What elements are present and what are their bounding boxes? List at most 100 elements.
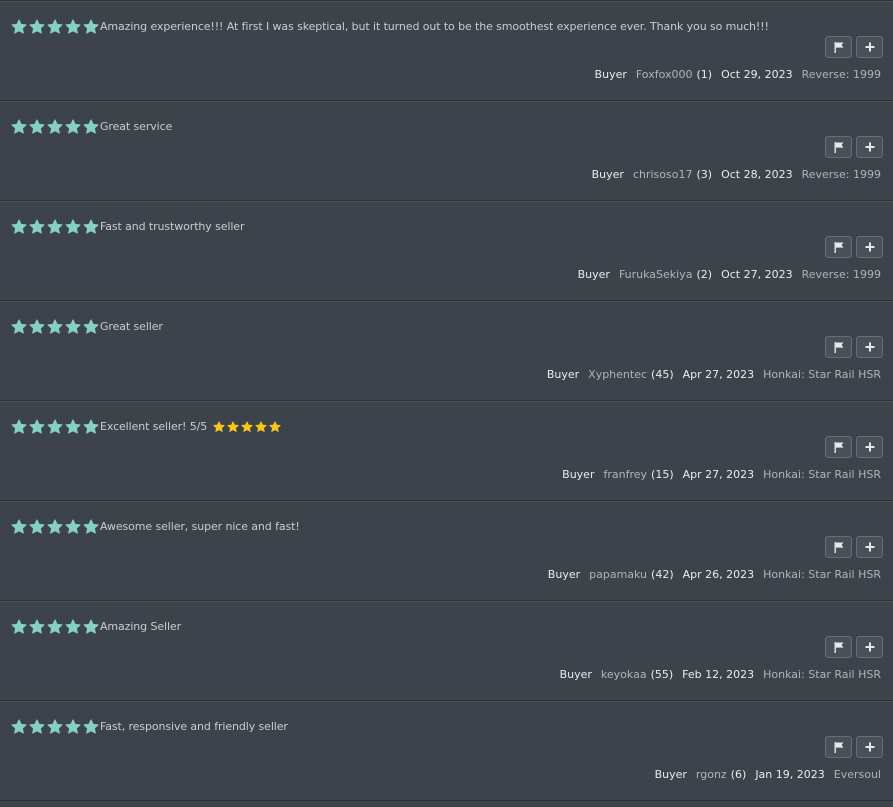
feedback-date: Jan 19, 2023	[755, 768, 825, 781]
expand-button[interactable]	[856, 36, 883, 58]
star-rating	[11, 719, 99, 735]
star-icon	[11, 119, 27, 134]
expand-button[interactable]	[856, 536, 883, 558]
star-icon	[83, 719, 99, 734]
reviewer-feedback-count: (3)	[696, 168, 713, 181]
expand-button[interactable]	[856, 336, 883, 358]
star-icon	[83, 419, 99, 434]
star-icon	[47, 419, 63, 434]
comment-emoji-stars	[213, 420, 281, 433]
feedback-row: Fast, responsive and friendly seller Buy…	[0, 701, 893, 801]
flag-icon	[834, 441, 843, 453]
reviewer-feedback-count: (55)	[650, 668, 674, 681]
feedback-actions	[825, 536, 883, 558]
feedback-actions	[825, 236, 883, 258]
reviewer-username[interactable]: papamaku	[589, 568, 647, 581]
feedback-meta: Buyer papamaku (42) Apr 26, 2023 Honkai:…	[548, 568, 881, 581]
flag-icon	[834, 541, 843, 553]
reviewer-role: Buyer	[591, 168, 624, 181]
flag-icon	[834, 341, 843, 353]
feedback-item[interactable]: Honkai: Star Rail HSR	[763, 468, 881, 481]
reviewer-username[interactable]: Xyphentec	[588, 368, 647, 381]
reviewer-feedback-count: (45)	[651, 368, 674, 381]
plus-icon	[865, 342, 874, 352]
feedback-comment-wrap: Great service	[100, 120, 172, 133]
star-icon	[83, 19, 99, 34]
feedback-actions	[825, 336, 883, 358]
emoji-star-icon	[269, 420, 281, 432]
star-icon	[83, 219, 99, 234]
star-icon	[29, 619, 45, 634]
reviewer-username[interactable]: FurukaSekiya	[619, 268, 693, 281]
star-icon	[29, 19, 45, 34]
feedback-date: Oct 28, 2023	[721, 168, 793, 181]
expand-button[interactable]	[856, 136, 883, 158]
star-icon	[65, 19, 81, 34]
star-icon	[11, 19, 27, 34]
feedback-item[interactable]: Honkai: Star Rail HSR	[763, 368, 881, 381]
feedback-row: Amazing Seller Buyer keyokaa (55) Feb 12…	[0, 601, 893, 701]
feedback-list: Amazing experience!!! At first I was ske…	[0, 0, 893, 807]
reviewer-role: Buyer	[562, 468, 595, 481]
star-icon	[29, 219, 45, 234]
feedback-comment-wrap: Excellent seller! 5/5	[100, 420, 281, 433]
reviewer-role: Buyer	[559, 668, 592, 681]
expand-button[interactable]	[856, 436, 883, 458]
feedback-item[interactable]: Eversoul	[834, 768, 881, 781]
plus-icon	[865, 142, 874, 152]
report-button[interactable]	[825, 536, 852, 558]
star-rating	[11, 219, 99, 235]
report-button[interactable]	[825, 236, 852, 258]
feedback-meta: Buyer chrisoso17 (3) Oct 28, 2023 Revers…	[592, 168, 881, 181]
emoji-star-icon	[227, 420, 239, 432]
star-icon	[83, 319, 99, 334]
expand-button[interactable]	[856, 636, 883, 658]
star-rating	[11, 119, 99, 135]
flag-icon	[834, 241, 843, 253]
reviewer-username[interactable]: franfrey	[603, 468, 647, 481]
plus-icon	[865, 242, 874, 252]
flag-icon	[834, 641, 843, 653]
feedback-item[interactable]: Reverse: 1999	[802, 168, 881, 181]
feedback-item[interactable]: Reverse: 1999	[802, 68, 881, 81]
report-button[interactable]	[825, 336, 852, 358]
expand-button[interactable]	[856, 236, 883, 258]
star-icon	[47, 119, 63, 134]
star-icon	[83, 519, 99, 534]
report-button[interactable]	[825, 636, 852, 658]
feedback-meta: Buyer rgonz (6) Jan 19, 2023 Eversoul	[655, 768, 881, 781]
reviewer-feedback-count: (6)	[730, 768, 747, 781]
plus-icon	[865, 542, 874, 552]
feedback-comment: Great service	[100, 120, 173, 133]
reviewer-feedback-count: (15)	[651, 468, 674, 481]
reviewer-username[interactable]: rgonz	[696, 768, 727, 781]
star-icon	[47, 319, 63, 334]
feedback-actions	[825, 36, 883, 58]
feedback-meta: Buyer franfrey (15) Apr 27, 2023 Honkai:…	[562, 468, 881, 481]
star-icon	[11, 219, 27, 234]
emoji-star-icon	[213, 420, 225, 432]
report-button[interactable]	[825, 36, 852, 58]
star-rating	[11, 619, 99, 635]
star-icon	[47, 519, 63, 534]
flag-icon	[834, 141, 843, 153]
report-button[interactable]	[825, 436, 852, 458]
feedback-item[interactable]: Honkai: Star Rail HSR	[763, 568, 881, 581]
feedback-comment-wrap: Great seller	[100, 320, 163, 333]
expand-button[interactable]	[856, 736, 883, 758]
star-icon	[11, 719, 27, 734]
feedback-item[interactable]: Reverse: 1999	[802, 268, 881, 281]
reviewer-username[interactable]: chrisoso17	[633, 168, 693, 181]
feedback-actions	[825, 436, 883, 458]
reviewer-username[interactable]: Foxfox000	[636, 68, 693, 81]
report-button[interactable]	[825, 136, 852, 158]
star-icon	[65, 619, 81, 634]
feedback-comment: Great seller	[100, 320, 163, 333]
report-button[interactable]	[825, 736, 852, 758]
feedback-comment-wrap: Fast, responsive and friendly seller	[100, 720, 288, 733]
feedback-meta: Buyer FurukaSekiya (2) Oct 27, 2023 Reve…	[578, 268, 881, 281]
feedback-item[interactable]: Honkai: Star Rail HSR	[763, 668, 881, 681]
feedback-row: Awesome seller, super nice and fast! Buy…	[0, 501, 893, 601]
star-icon	[47, 219, 63, 234]
reviewer-username[interactable]: keyokaa	[601, 668, 647, 681]
